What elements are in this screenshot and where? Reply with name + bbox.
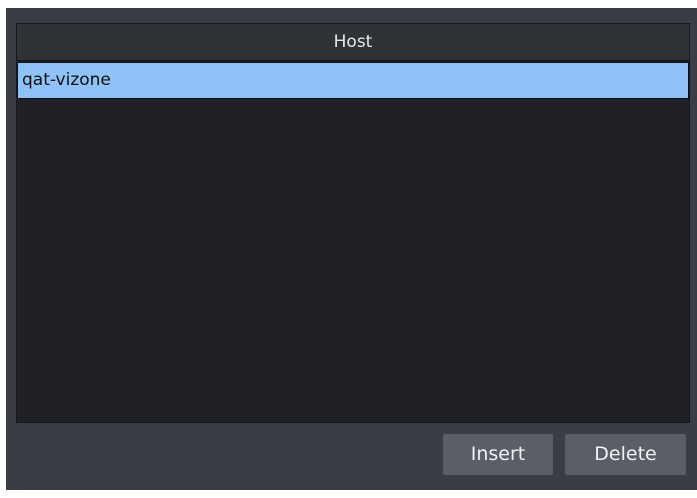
host-table: Host qat-vizone <box>16 23 690 423</box>
delete-button[interactable]: Delete <box>565 434 686 475</box>
table-row[interactable]: qat-vizone <box>17 62 689 99</box>
insert-button[interactable]: Insert <box>443 434 553 475</box>
column-header-host[interactable]: Host <box>17 24 689 61</box>
host-panel: Host qat-vizone Insert Delete <box>6 8 697 490</box>
